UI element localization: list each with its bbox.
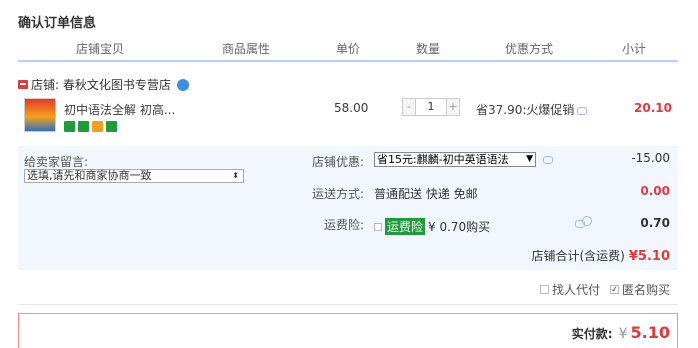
shop-icon [18,80,28,89]
shipping-amount: 0.00 [640,184,670,198]
message-label: 给卖家留言: [24,155,89,169]
comment-icon[interactable] [543,156,553,164]
quantity-stepper: - 1 + [402,98,460,116]
payment-value: 5.10 [630,323,670,342]
item-thumbnail[interactable] [24,98,56,132]
help-icon[interactable] [582,216,592,226]
item-row [18,92,678,144]
service-badge-icon [106,121,117,132]
qty-minus-button[interactable]: - [402,98,416,116]
comment-icon[interactable] [577,106,588,115]
item-price: 58.00 [334,101,369,115]
payment-options: 找人代付 ✓ 匿名购买 [539,281,670,298]
insurance-checkbox[interactable] [374,222,382,231]
col-header-quantity: 数量 [416,42,441,56]
proxy-pay-label: 找人代付 [551,283,600,297]
payment-total: 实付款: ¥ 5.10 [572,323,670,342]
insurance-tag: 运费险 [385,218,426,235]
proxy-pay-option[interactable]: 找人代付 [539,281,600,298]
qty-input[interactable]: 1 [416,98,446,116]
shop-name[interactable]: 店铺: 春秋文化图书专营店 [31,76,171,93]
shop-coupon-select[interactable]: 省15元:麒麟-初中英语语法 ▼ [374,152,536,167]
anonymous-option[interactable]: ✓ 匿名购买 [609,281,670,298]
service-badge-icon [64,121,75,132]
shop-coupon-selected: 省15元:麒麟-初中英语语法 [377,153,509,166]
shop-discount-amount: -15.00 [631,151,670,165]
service-badges [64,121,117,132]
divider [18,304,678,305]
shop-total: 店铺合计(含运费) ¥5.10 [532,247,671,264]
item-promo-text: 省37.90:火爆促销 [476,103,575,117]
insurance-price: ¥ 0.70购买 [428,220,491,234]
proxy-pay-checkbox[interactable] [539,285,549,294]
shipping-method: 普通配送 快递 免邮 [374,187,478,201]
message-input[interactable]: 选填,请先和商家协商一致 ⬍ [24,169,244,183]
item-subtotal: 20.10 [634,101,672,115]
insurance-amount: 0.70 [640,216,670,230]
col-header-price: 单价 [336,42,361,56]
resize-icon: ⬍ [232,171,239,180]
shop-total-value: ¥5.10 [628,249,670,264]
insurance-label: 运费险: [323,218,364,232]
item-name-link[interactable]: 初中语法全解 初高... [64,101,175,118]
currency-symbol: ¥ [618,326,628,342]
service-badge-icon [78,121,89,132]
qty-plus-button[interactable]: + [446,98,460,116]
shop-total-label: 店铺合计(含运费) [531,249,625,263]
service-badge-icon [92,121,103,132]
item-promo: 省37.90:火爆促销 [476,101,588,118]
anonymous-label: 匿名购买 [621,283,670,297]
shop-discount-label: 店铺优惠: [311,155,364,169]
message-input-text: 选填,请先和商家协商一致 [27,169,152,182]
insurance-option: 运费险 ¥ 0.70购买 [374,218,490,235]
shipping-label: 运送方式: [311,187,364,201]
col-header-promotion: 优惠方式 [505,42,554,56]
col-header-attributes: 商品属性 [222,42,271,56]
col-header-subtotal: 小计 [622,42,647,56]
shop-row: 店铺: 春秋文化图书专营店 [18,76,189,93]
chat-icon[interactable] [176,78,189,91]
anonymous-checkbox[interactable]: ✓ [609,285,619,294]
page-title: 确认订单信息 [18,16,97,31]
col-header-item: 店铺宝贝 [76,42,125,56]
payment-label: 实付款: [571,327,613,341]
header-divider [18,60,678,62]
dropdown-arrow-icon: ▼ [526,154,533,164]
